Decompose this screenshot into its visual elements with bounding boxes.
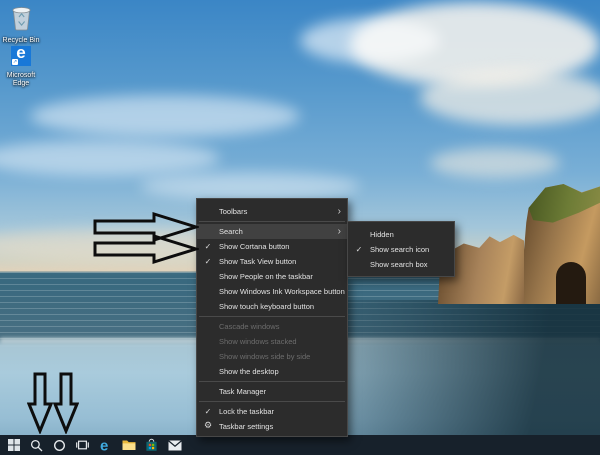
menu-item-show-task-view-button[interactable]: ✓Show Task View button: [197, 254, 347, 269]
menu-item-label: Task Manager: [219, 384, 347, 399]
file-explorer-icon: [122, 439, 136, 451]
menu-item-show-search-box[interactable]: Show search box: [348, 257, 454, 272]
file-explorer-button[interactable]: [117, 435, 140, 455]
search-submenu: Hidden✓Show search iconShow search box: [347, 221, 455, 277]
menu-item-show-people-on-the-taskbar[interactable]: Show People on the taskbar: [197, 269, 347, 284]
cloud: [430, 148, 560, 178]
gear-icon: ⚙: [197, 419, 219, 434]
checkmark-icon: ✓: [197, 239, 219, 254]
menu-item-taskbar-settings[interactable]: ⚙Taskbar settings: [197, 419, 347, 434]
menu-item-label: Show People on the taskbar: [219, 269, 347, 284]
annotation-down-arrow-2: [53, 372, 79, 434]
desktop-icon-recycle-bin[interactable]: Recycle Bin: [1, 4, 41, 45]
cloud: [30, 95, 300, 137]
checkmark-icon: ✓: [197, 254, 219, 269]
menu-separator: [199, 221, 345, 222]
menu-item-label: Show Windows Ink Workspace button: [219, 284, 347, 299]
store-button[interactable]: [140, 435, 163, 455]
menu-item-show-touch-keyboard-button[interactable]: Show touch keyboard button: [197, 299, 347, 314]
menu-item-label: Show Task View button: [219, 254, 347, 269]
desktop-icon-microsoft-edge[interactable]: e ↗ Microsoft Edge: [1, 46, 41, 88]
menu-item-search[interactable]: Search›: [197, 224, 347, 239]
cortana-icon: [53, 439, 66, 452]
menu-item-show-search-icon[interactable]: ✓Show search icon: [348, 242, 454, 257]
menu-item-label: Show touch keyboard button: [219, 299, 347, 314]
edge-shortcut-icon: e ↗: [11, 46, 31, 66]
menu-item-label: Toolbars: [219, 204, 338, 219]
menu-separator: [199, 381, 345, 382]
store-icon: [145, 438, 158, 452]
menu-item-label: Show windows side by side: [219, 349, 347, 364]
cloud: [420, 70, 600, 125]
menu-item-lock-the-taskbar[interactable]: ✓Lock the taskbar: [197, 404, 347, 419]
edge-taskbar-button[interactable]: e: [94, 435, 117, 455]
chevron-right-icon: ›: [338, 225, 341, 239]
taskbar: e: [0, 435, 600, 455]
windows-logo-icon: [8, 439, 20, 451]
menu-item-label: Show the desktop: [219, 364, 347, 379]
cortana-button[interactable]: [48, 435, 71, 455]
start-button[interactable]: [2, 435, 25, 455]
menu-item-toolbars[interactable]: Toolbars›: [197, 204, 347, 219]
annotation-right-arrow-2: [93, 233, 199, 265]
menu-item-label: Show search box: [370, 257, 454, 272]
menu-item-label: Show search icon: [370, 242, 454, 257]
windows-desktop: Recycle Bin e ↗ Microsoft Edge Toolbars›…: [0, 0, 600, 455]
chevron-right-icon: ›: [338, 205, 341, 219]
menu-item-hidden[interactable]: Hidden: [348, 227, 454, 242]
menu-item-label: Show windows stacked: [219, 334, 347, 349]
task-view-button[interactable]: [71, 435, 94, 455]
svg-text:e: e: [100, 438, 108, 453]
edge-e-icon: e: [99, 438, 113, 453]
menu-item-label: Show Cortana button: [219, 239, 347, 254]
menu-item-show-windows-ink-workspace-button[interactable]: Show Windows Ink Workspace button: [197, 284, 347, 299]
checkmark-icon: ✓: [348, 242, 370, 257]
menu-item-label: Hidden: [370, 227, 454, 242]
shortcut-arrow-icon: ↗: [12, 59, 18, 65]
menu-item-label: Cascade windows: [219, 319, 347, 334]
taskbar-context-menu: Toolbars›Search›✓Show Cortana button✓Sho…: [196, 198, 348, 437]
menu-item-show-windows-stacked: Show windows stacked: [197, 334, 347, 349]
taskbar-buttons: e: [0, 435, 186, 455]
search-button[interactable]: [25, 435, 48, 455]
wallpaper-rock-arch-opening: [556, 262, 586, 304]
menu-item-label: Lock the taskbar: [219, 404, 347, 419]
annotation-down-arrow-1: [27, 372, 53, 434]
cloud: [300, 18, 440, 63]
menu-item-show-windows-side-by-side: Show windows side by side: [197, 349, 347, 364]
mail-icon: [168, 440, 182, 451]
mail-button[interactable]: [163, 435, 186, 455]
checkmark-icon: ✓: [197, 404, 219, 419]
menu-item-label: Taskbar settings: [219, 419, 347, 434]
menu-item-show-the-desktop[interactable]: Show the desktop: [197, 364, 347, 379]
recycle-bin-icon: [10, 4, 33, 36]
cloud: [140, 172, 360, 200]
menu-item-task-manager[interactable]: Task Manager: [197, 384, 347, 399]
menu-separator: [199, 401, 345, 402]
menu-item-show-cortana-button[interactable]: ✓Show Cortana button: [197, 239, 347, 254]
menu-item-cascade-windows: Cascade windows: [197, 319, 347, 334]
menu-item-label: Search: [219, 224, 338, 239]
task-view-icon: [76, 439, 89, 451]
menu-separator: [199, 316, 345, 317]
desktop-icon-label: Microsoft Edge: [1, 72, 41, 88]
search-icon: [30, 439, 43, 452]
